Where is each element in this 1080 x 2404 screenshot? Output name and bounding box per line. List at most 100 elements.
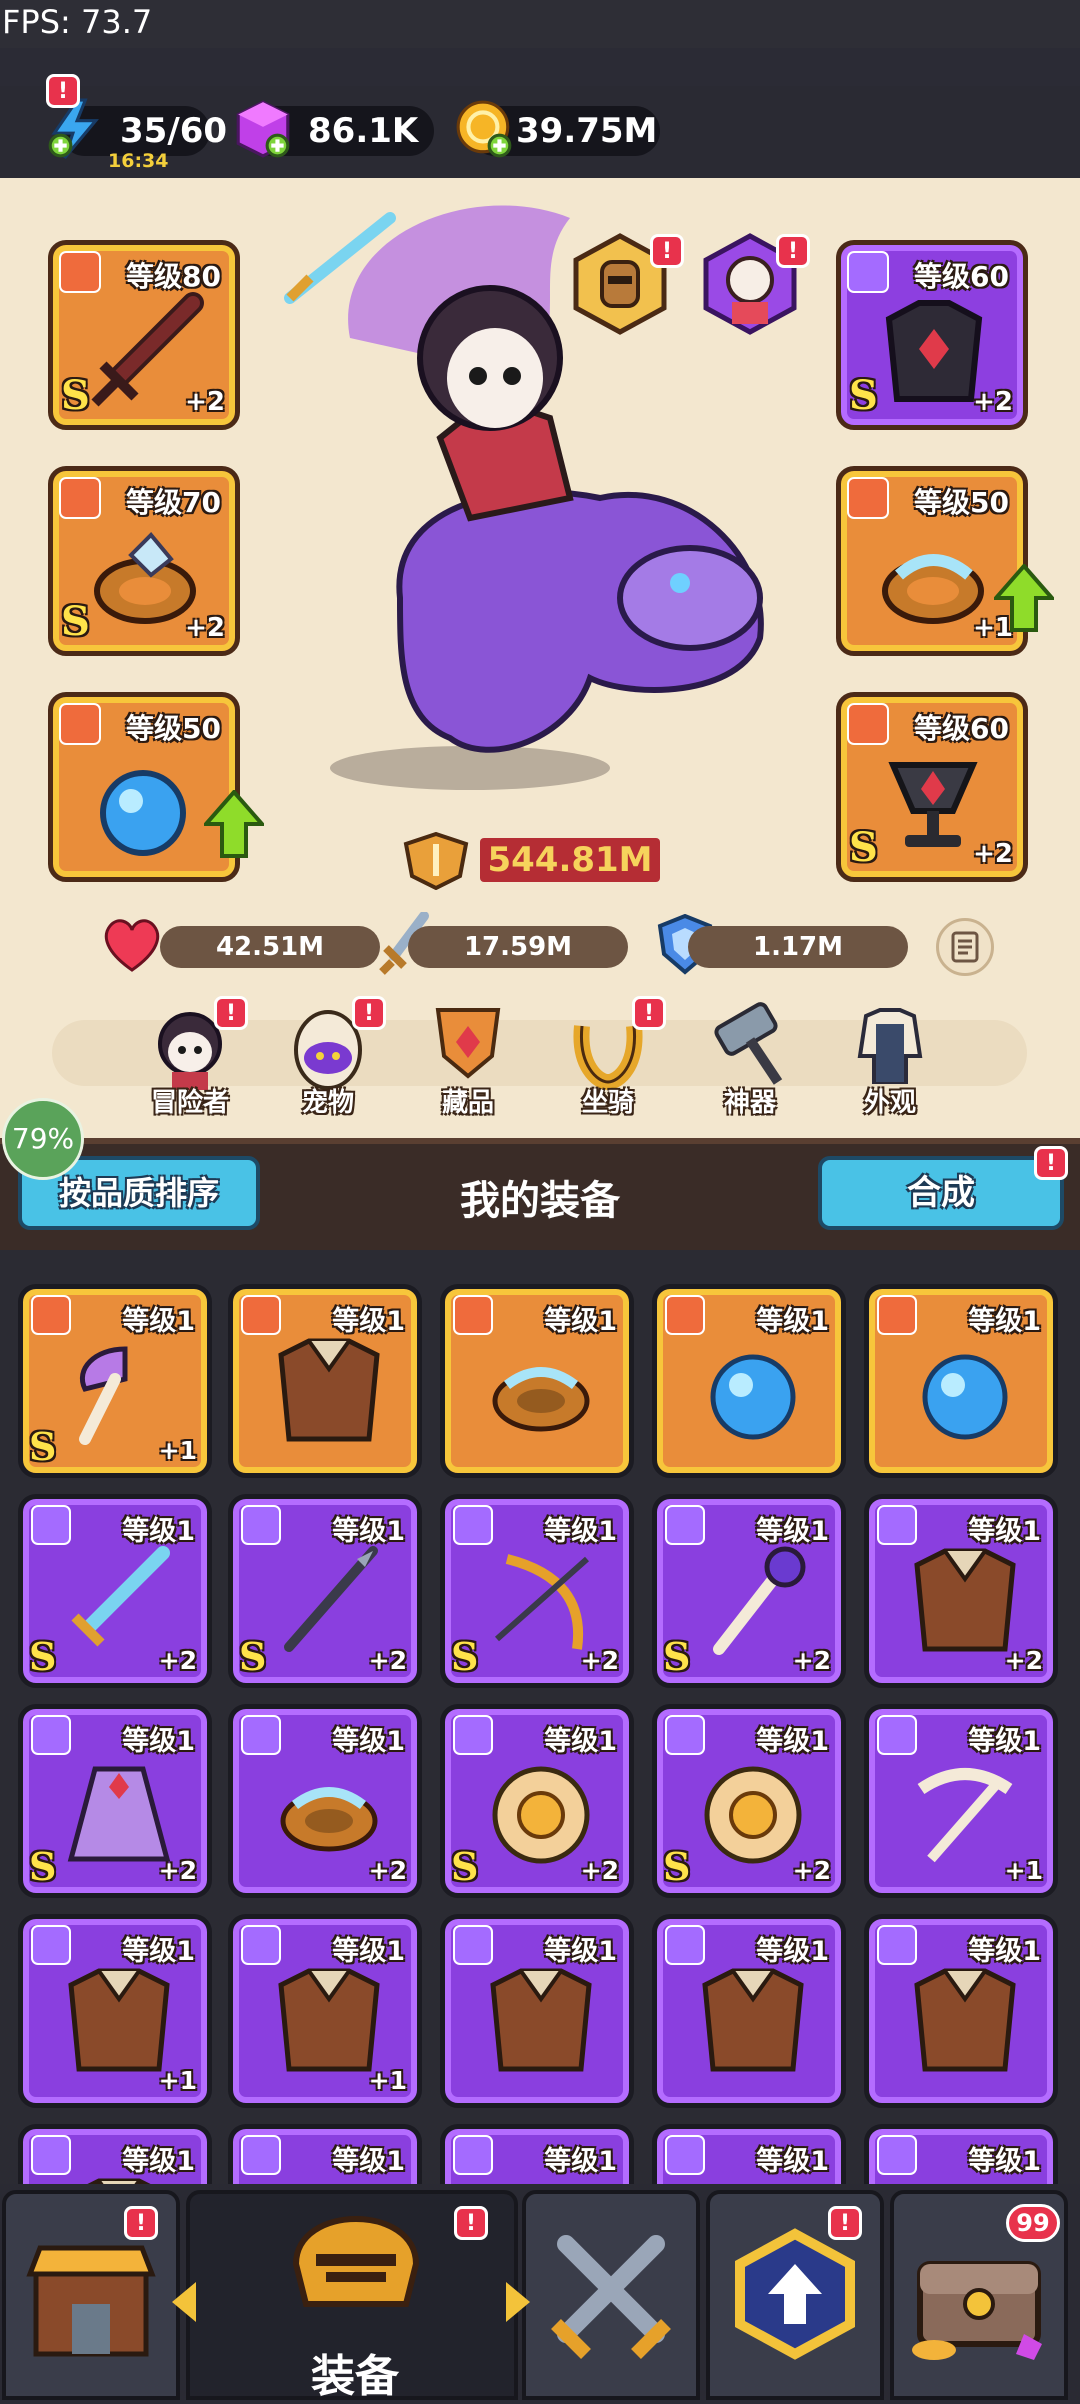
nav-right-arrow-icon[interactable]: [506, 2282, 530, 2322]
ring-icon: [492, 1367, 590, 1432]
merge-button[interactable]: 合成: [818, 1156, 1064, 1230]
nav-active-label: 装备: [311, 2351, 399, 2402]
stats-detail-button[interactable]: [936, 918, 994, 976]
inventory-item[interactable]: 等级1 S +2: [440, 1494, 634, 1688]
inventory-item[interactable]: 等级1: [440, 1914, 634, 2108]
enhance-label: +2: [792, 1646, 831, 1675]
collection-icon: [435, 1008, 501, 1079]
nav-battle[interactable]: [522, 2190, 700, 2400]
tab-artifact[interactable]: 神器: [690, 996, 810, 1118]
inventory-item[interactable]: 等级1: [18, 2124, 212, 2190]
item-level: 等级1: [332, 1516, 405, 1547]
armor-icon: [278, 1338, 380, 1442]
tab-collection[interactable]: 藏品: [408, 996, 528, 1118]
inventory-item[interactable]: 等级1 S +2: [18, 1494, 212, 1688]
fps-counter: FPS: 73.7: [0, 0, 1080, 48]
grade-label: S: [29, 1634, 57, 1679]
inventory-item[interactable]: 等级1: [652, 2124, 846, 2190]
item-level: 等级1: [122, 1306, 195, 1337]
coin-counter[interactable]: 39.75M: [456, 100, 660, 158]
tab-pet[interactable]: ! 宠物: [268, 996, 388, 1118]
inventory-item[interactable]: 等级1: [652, 1284, 846, 1478]
item-level: 等级1: [756, 1726, 829, 1757]
slot-type-tag: [847, 477, 889, 519]
inventory-item[interactable]: 等级1 S +2: [652, 1704, 846, 1898]
item-level: 等级1: [122, 2146, 195, 2177]
armor-icon: [914, 1968, 1016, 2072]
slot-type-tag: [59, 251, 101, 293]
inventory-item[interactable]: 等级1 S +2: [18, 1704, 212, 1898]
grade-label: S: [849, 372, 878, 419]
energy-counter[interactable]: 35/60 !: [46, 74, 227, 159]
tab-mount[interactable]: ! 坐骑: [548, 996, 668, 1118]
enhance-label: +2: [368, 1646, 407, 1675]
item-level: 等级1: [332, 1726, 405, 1757]
item-level: 等级1: [968, 1306, 1041, 1337]
nav-treasure[interactable]: 99: [890, 2190, 1068, 2400]
nav-left-arrow-icon[interactable]: [172, 2282, 196, 2322]
bottom-navigation: ! ! ! 99: [0, 2184, 1080, 2400]
inventory-item[interactable]: 等级1 +2: [228, 1704, 422, 1898]
item-level: 等级1: [544, 1936, 617, 1967]
enhance-label: +1: [158, 2066, 197, 2095]
tab-outfit[interactable]: 外观: [830, 996, 950, 1118]
equip-slot-ring[interactable]: 等级70 S +2: [48, 466, 240, 656]
notification-badge: !: [650, 234, 684, 268]
nav-upgrade[interactable]: !: [706, 2190, 884, 2400]
grade-label: S: [663, 1634, 691, 1679]
inventory-grid: 等级1 S +1 等级1 等级1 等级1 等级1 等级1 S +2 等级1 S +2 等级1 S +2 等级1 S…: [0, 1250, 1080, 2190]
inventory-item[interactable]: 等级1 S +1: [18, 1284, 212, 1478]
item-level: 等级1: [122, 1936, 195, 1967]
enhance-label: +1: [158, 1436, 197, 1465]
inventory-item[interactable]: 等级1: [440, 2124, 634, 2190]
item-level: 等级1: [756, 1306, 829, 1337]
tab-label: 神器: [723, 1088, 776, 1118]
item-level: 等级1: [332, 2146, 405, 2177]
upgrade-arrow-icon: [994, 564, 1054, 632]
item-level: 等级1: [968, 1936, 1041, 1967]
item-level: 等级1: [122, 1726, 195, 1757]
notification-badge: !: [454, 2206, 488, 2240]
equip-slot-weapon[interactable]: 等级80 S +2: [48, 240, 240, 430]
gem-counter[interactable]: 86.1K: [236, 100, 434, 158]
hero-panel: ! ! 等级80 S +2 等级70 S +2 等级50 等级60 S +2 等…: [0, 178, 1080, 1138]
inventory-item[interactable]: 等级1 S +2: [228, 1494, 422, 1688]
equip-slot-armor[interactable]: 等级60 S +2: [836, 240, 1028, 430]
inventory-item[interactable]: 等级1 S +2: [440, 1704, 634, 1898]
enhance-label: +2: [158, 1646, 197, 1675]
inventory-item[interactable]: 等级1 +1: [228, 1914, 422, 2108]
item-level: 等级1: [968, 2146, 1041, 2177]
gem-icon: [236, 100, 290, 158]
inventory-item[interactable]: 等级1: [864, 2124, 1058, 2190]
inventory-item[interactable]: 等级1: [440, 1284, 634, 1478]
inventory-item[interactable]: 等级1 +1: [864, 1704, 1058, 1898]
notification-badge: !: [632, 996, 666, 1030]
inventory-item[interactable]: 等级1: [652, 1914, 846, 2108]
tab-label: 宠物: [301, 1088, 354, 1118]
item-level: 等级1: [756, 2146, 829, 2177]
enhance-label: +1: [368, 2066, 407, 2095]
tab-adventurer[interactable]: ! 冒险者: [130, 996, 250, 1118]
equip-slot-relic[interactable]: 等级60 S +2: [836, 692, 1028, 882]
gem-value: 86.1K: [308, 111, 419, 151]
tab-label: 藏品: [441, 1088, 494, 1118]
heart-icon: [104, 919, 160, 972]
enhance-label: +2: [973, 839, 1013, 869]
inventory-item[interactable]: 等级1 +2: [864, 1494, 1058, 1688]
slot-type-tag: [59, 703, 101, 745]
inventory-item[interactable]: 等级1: [864, 1914, 1058, 2108]
inventory-item[interactable]: 等级1: [864, 1284, 1058, 1478]
grade-label: S: [61, 372, 90, 419]
combat-power: 544.81M: [400, 832, 670, 890]
inventory-item[interactable]: 等级1: [228, 1284, 422, 1478]
notification-badge: !: [214, 996, 248, 1030]
item-level: 等级1: [544, 1726, 617, 1757]
item-level: 等级1: [544, 1516, 617, 1547]
enhance-label: +2: [1004, 1646, 1043, 1675]
nav-shop[interactable]: !: [2, 2190, 180, 2400]
notification-badge: !: [124, 2206, 158, 2240]
inventory-item[interactable]: 等级1 S +2: [652, 1494, 846, 1688]
inventory-item[interactable]: 等级1 +1: [18, 1914, 212, 2108]
enhance-label: +2: [158, 1856, 197, 1885]
attack-stat: 17.59M: [408, 926, 628, 968]
